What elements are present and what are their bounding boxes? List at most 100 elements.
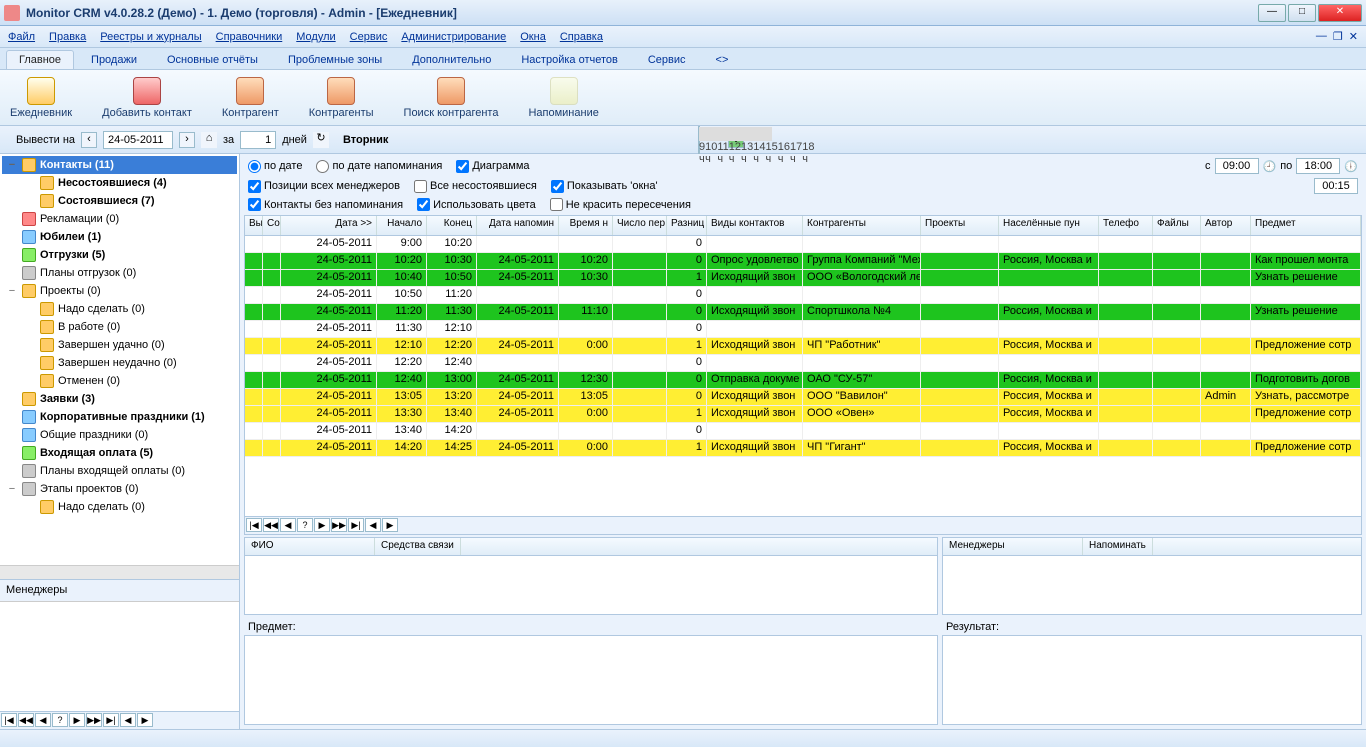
nav-button[interactable]: ▶ (314, 518, 330, 532)
table-row[interactable]: 24-05-201112:4013:0024-05-201112:300Отпр… (245, 372, 1361, 389)
tree-item[interactable]: Заявки (3) (2, 390, 237, 408)
table-row[interactable]: 24-05-201111:3012:100 (245, 321, 1361, 338)
menu-Модули[interactable]: Модули (296, 31, 335, 43)
menu-Правка[interactable]: Правка (49, 31, 86, 43)
nav-button[interactable]: ◀ (120, 713, 136, 727)
table-row[interactable]: 24-05-201112:2012:400 (245, 355, 1361, 372)
result-textarea[interactable] (942, 635, 1362, 725)
tab-6[interactable]: Сервис (635, 50, 699, 69)
col-header[interactable]: Время н (559, 216, 613, 235)
nav-button[interactable]: ◀◀ (263, 518, 279, 532)
tree-item[interactable]: Юбилеи (1) (2, 228, 237, 246)
radio-by-date[interactable]: по дате (248, 160, 302, 173)
check-show-win[interactable]: Показывать 'окна' (551, 180, 658, 193)
check-diagram[interactable]: Диаграмма (456, 160, 529, 173)
tree-item[interactable]: Надо сделать (0) (2, 498, 237, 516)
col-header[interactable]: Начало (377, 216, 427, 235)
radio-by-remind[interactable]: по дате напоминания (316, 160, 442, 173)
date-next-button[interactable]: › (179, 132, 195, 148)
nav-button[interactable]: ▶▶ (331, 518, 347, 532)
menu-Реестры и журналы[interactable]: Реестры и журналы (100, 31, 201, 43)
maximize-button[interactable]: □ (1288, 4, 1316, 22)
nav-button[interactable]: ◀ (280, 518, 296, 532)
tree-item[interactable]: Планы отгрузок (0) (2, 264, 237, 282)
tree-item[interactable]: −Проекты (0) (2, 282, 237, 300)
nav-button[interactable]: ▶| (348, 518, 364, 532)
table-row[interactable]: 24-05-201113:0513:2024-05-201113:050Исхо… (245, 389, 1361, 406)
subject-textarea[interactable] (244, 635, 938, 725)
table-row[interactable]: 24-05-201114:2014:2524-05-20110:001Исход… (245, 440, 1361, 457)
table-row[interactable]: 24-05-201113:4014:200 (245, 423, 1361, 440)
tree-item[interactable]: Рекламации (0) (2, 210, 237, 228)
nav-button[interactable]: ▶ (137, 713, 153, 727)
mdi-restore[interactable]: ❐ (1333, 30, 1343, 43)
grid-body[interactable]: 24-05-20119:0010:20024-05-201110:2010:30… (245, 236, 1361, 516)
col-header[interactable]: Проекты (921, 216, 999, 235)
table-row[interactable]: 24-05-201110:4010:5024-05-201110:301Исхо… (245, 270, 1361, 287)
tree-item[interactable]: Несостоявшиеся (4) (2, 174, 237, 192)
table-row[interactable]: 24-05-201110:5011:200 (245, 287, 1361, 304)
nav-button[interactable]: |◀ (246, 518, 262, 532)
mdi-close[interactable]: ✕ (1349, 30, 1358, 43)
col-header[interactable]: Разниц (667, 216, 707, 235)
tool-Поиск контрагента[interactable]: Поиск контрагента (404, 77, 499, 119)
nav-button[interactable]: ? (297, 518, 313, 532)
table-row[interactable]: 24-05-201111:2011:3024-05-201111:100Исхо… (245, 304, 1361, 321)
tab-2[interactable]: Основные отчёты (154, 50, 271, 69)
col-header[interactable]: Контрагенты (803, 216, 921, 235)
tab-1[interactable]: Продажи (78, 50, 150, 69)
check-all-mgr[interactable]: Позиции всех менеджеров (248, 180, 400, 193)
col-header[interactable]: Конец (427, 216, 477, 235)
col-header[interactable]: Виды контактов (707, 216, 803, 235)
table-row[interactable]: 24-05-20119:0010:200 (245, 236, 1361, 253)
date-prev-button[interactable]: ‹ (81, 132, 97, 148)
col-header[interactable]: Дата напомин (477, 216, 559, 235)
tool-Контрагент[interactable]: Контрагент (222, 77, 279, 119)
tree-item[interactable]: Корпоративные праздники (1) (2, 408, 237, 426)
col-header[interactable]: Населённые пун (999, 216, 1099, 235)
tree-item[interactable]: В работе (0) (2, 318, 237, 336)
mdi-minimize[interactable]: — (1316, 30, 1327, 43)
tab-7[interactable]: <> (703, 50, 742, 69)
tree-item[interactable]: Завершен неудачно (0) (2, 354, 237, 372)
tree-item[interactable]: Состоявшиеся (7) (2, 192, 237, 210)
tree-item[interactable]: −Контакты (11) (2, 156, 237, 174)
tree-scrollbar[interactable] (0, 565, 239, 579)
menu-Файл[interactable]: Файл (8, 31, 35, 43)
to-time-input[interactable] (1296, 158, 1340, 174)
menu-Справочники[interactable]: Справочники (216, 31, 283, 43)
from-time-input[interactable] (1215, 158, 1259, 174)
tree-item[interactable]: −Этапы проектов (0) (2, 480, 237, 498)
check-all-failed[interactable]: Все несостоявшиеся (414, 180, 537, 193)
nav-button[interactable]: ◀ (35, 713, 51, 727)
col-header[interactable]: Со (263, 216, 281, 235)
col-header[interactable]: Автор (1201, 216, 1251, 235)
check-use-colors[interactable]: Использовать цвета (417, 198, 536, 211)
col-header[interactable]: Телефо (1099, 216, 1153, 235)
table-row[interactable]: 24-05-201113:3013:4024-05-20110:001Исход… (245, 406, 1361, 423)
date-home-button[interactable]: ⌂ (201, 132, 217, 148)
nav-button[interactable]: ▶ (69, 713, 85, 727)
tree-item[interactable]: Отменен (0) (2, 372, 237, 390)
nav-button[interactable]: ▶▶ (86, 713, 102, 727)
timeline[interactable]: 9 ч10 ч11 ч12 ч13 ч14 ч15 ч16 ч17 ч18 ч (698, 126, 700, 154)
tree-item[interactable]: Входящая оплата (5) (2, 444, 237, 462)
col-header[interactable]: Файлы (1153, 216, 1201, 235)
check-no-remind[interactable]: Контакты без напоминания (248, 198, 403, 211)
close-button[interactable]: ✕ (1318, 4, 1362, 22)
date-input[interactable] (103, 131, 173, 149)
minimize-button[interactable]: — (1258, 4, 1286, 22)
tab-0[interactable]: Главное (6, 50, 74, 69)
table-row[interactable]: 24-05-201110:2010:3024-05-201110:200Опро… (245, 253, 1361, 270)
nav-button[interactable]: ▶ (382, 518, 398, 532)
menu-Сервис[interactable]: Сервис (350, 31, 388, 43)
menu-Окна[interactable]: Окна (520, 31, 546, 43)
tab-3[interactable]: Проблемные зоны (275, 50, 395, 69)
tree-item[interactable]: Отгрузки (5) (2, 246, 237, 264)
days-input[interactable] (240, 131, 276, 149)
nav-button[interactable]: ◀ (365, 518, 381, 532)
col-header[interactable]: Вы (245, 216, 263, 235)
tool-Добавить контакт[interactable]: Добавить контакт (102, 77, 192, 119)
tree-item[interactable]: Планы входящей оплаты (0) (2, 462, 237, 480)
tab-5[interactable]: Настройка отчетов (508, 50, 630, 69)
